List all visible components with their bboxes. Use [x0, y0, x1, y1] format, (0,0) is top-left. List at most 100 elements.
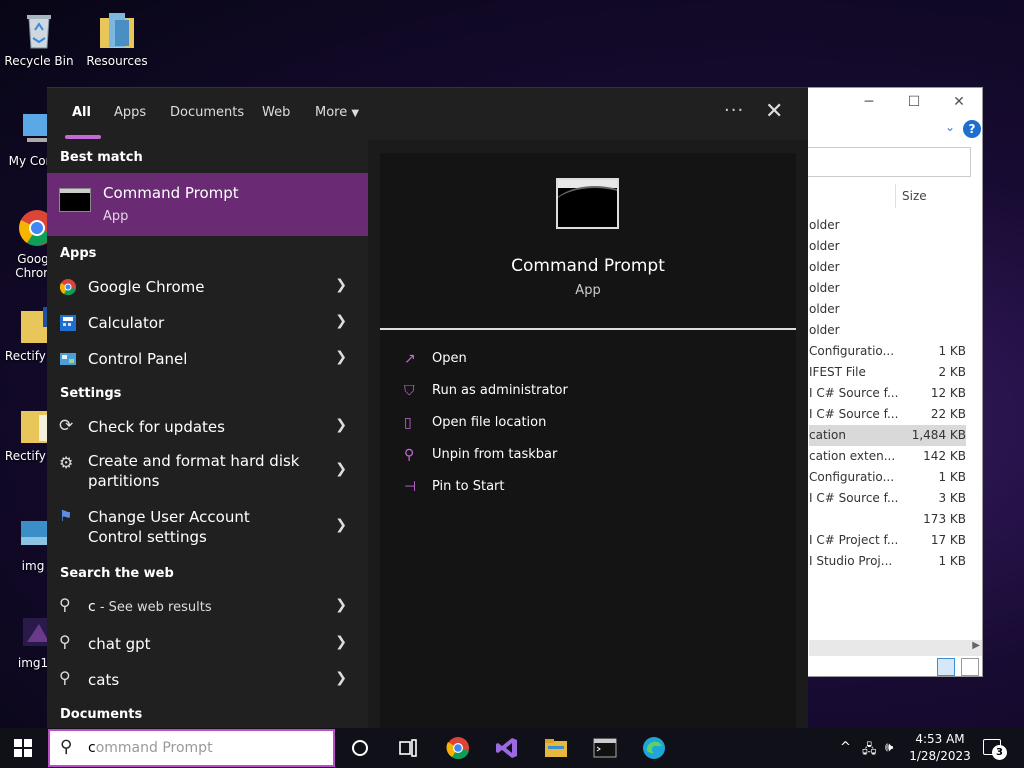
- disk-management-icon: ⚙: [59, 453, 74, 472]
- volume-icon[interactable]: 🕪: [885, 740, 893, 755]
- result-control-panel[interactable]: Control Panel ❯: [47, 341, 368, 377]
- section-search-web: Search the web: [60, 566, 174, 581]
- show-hidden-icons-icon[interactable]: ^: [840, 740, 851, 755]
- file-row[interactable]: older: [809, 278, 966, 299]
- explorer-search-input[interactable]: [807, 147, 971, 177]
- result-label: Control Panel: [88, 350, 188, 368]
- taskbar-search-input[interactable]: ⚲ command Prompt: [48, 729, 335, 767]
- search-query-typed: c: [88, 740, 96, 756]
- file-explorer-icon[interactable]: [544, 736, 568, 760]
- file-row[interactable]: I Studio Proj... 1 KB: [809, 551, 966, 572]
- web-query: cats: [88, 671, 120, 689]
- horizontal-scrollbar[interactable]: ▶: [809, 640, 982, 656]
- shield-icon: ⛉: [404, 383, 415, 399]
- file-row[interactable]: I C# Source f... 12 KB: [809, 383, 966, 404]
- best-match-command-prompt[interactable]: Command Prompt App: [47, 173, 368, 236]
- active-tab-indicator: [65, 135, 101, 139]
- result-google-chrome[interactable]: Google Chrome ❯: [47, 269, 368, 305]
- results-list: Best match Command Prompt App Apps Googl…: [47, 140, 368, 729]
- file-name: older: [809, 239, 840, 253]
- cortana-icon[interactable]: [348, 736, 372, 760]
- open-icon: ↗: [404, 351, 416, 367]
- start-search-panel: All Apps Documents Web More ▼ ··· ✕ Best…: [47, 87, 808, 729]
- file-name: Configuratio...: [809, 344, 895, 358]
- chevron-right-icon[interactable]: ❯: [335, 461, 347, 477]
- chevron-right-icon[interactable]: ❯: [335, 277, 347, 293]
- column-header-size[interactable]: Size: [902, 189, 927, 203]
- desktop-icon-resources[interactable]: Resources: [78, 10, 156, 68]
- result-web-cats[interactable]: ⚲ cats ❯: [47, 662, 368, 698]
- file-size: 1 KB: [938, 554, 966, 568]
- web-query: chat gpt: [88, 635, 151, 653]
- close-icon[interactable]: ✕: [765, 99, 783, 124]
- result-web-c[interactable]: ⚲ c - See web results ❯: [47, 589, 368, 625]
- result-check-for-updates[interactable]: ⟳ Check for updates ❯: [47, 409, 368, 445]
- help-icon[interactable]: ?: [963, 120, 981, 138]
- result-change-uac-settings[interactable]: ⚑ Change User Account Control settings ❯: [47, 501, 368, 553]
- minimize-button[interactable]: ─: [859, 94, 879, 112]
- file-row[interactable]: Configuratio... 1 KB: [809, 341, 966, 362]
- file-row[interactable]: older: [809, 236, 966, 257]
- search-tabs: All Apps Documents Web More ▼ ··· ✕: [47, 88, 808, 140]
- network-icon[interactable]: 🖧: [862, 740, 877, 762]
- file-row[interactable]: cation 1,484 KB: [809, 425, 966, 446]
- tab-apps[interactable]: Apps: [114, 105, 146, 120]
- chevron-right-icon[interactable]: ❯: [335, 670, 347, 686]
- result-web-chat-gpt[interactable]: ⚲ chat gpt ❯: [47, 626, 368, 662]
- file-name: cation: [809, 428, 846, 442]
- desktop-icon-recycle-bin[interactable]: Recycle Bin: [0, 10, 78, 68]
- chevron-right-icon[interactable]: ❯: [335, 349, 347, 365]
- result-calculator[interactable]: Calculator ❯: [47, 305, 368, 341]
- result-label: Change User Account Control settings: [88, 508, 250, 546]
- expand-ribbon-icon[interactable]: ⌄: [945, 120, 955, 134]
- folder-icon: [97, 10, 137, 50]
- tab-web[interactable]: Web: [262, 105, 290, 120]
- taskbar: ⚲ command Prompt ^ 🖧 🕪 4:53 AM 1/28/2023…: [0, 728, 1024, 768]
- file-name: older: [809, 323, 840, 337]
- tab-more[interactable]: More ▼: [315, 105, 359, 120]
- close-button[interactable]: ✕: [949, 94, 969, 112]
- clock[interactable]: 4:53 AM 1/28/2023: [908, 731, 972, 765]
- chevron-right-icon[interactable]: ❯: [335, 634, 347, 650]
- more-options-icon[interactable]: ···: [724, 100, 744, 121]
- file-row[interactable]: older: [809, 320, 966, 341]
- tab-more-label: More: [315, 105, 348, 120]
- windows-start-icon[interactable]: [14, 739, 32, 757]
- file-row[interactable]: older: [809, 257, 966, 278]
- chevron-right-icon[interactable]: ❯: [335, 313, 347, 329]
- file-name: IFEST File: [809, 365, 866, 379]
- file-row[interactable]: I C# Source f... 22 KB: [809, 404, 966, 425]
- file-row[interactable]: I C# Project f... 17 KB: [809, 530, 966, 551]
- terminal-icon[interactable]: [593, 736, 617, 760]
- command-prompt-icon: [59, 188, 91, 212]
- visual-studio-icon[interactable]: [495, 736, 519, 760]
- file-row[interactable]: 173 KB: [809, 509, 966, 530]
- file-row[interactable]: older: [809, 299, 966, 320]
- edge-icon[interactable]: [642, 736, 666, 760]
- preview-title: Command Prompt: [511, 256, 665, 276]
- chevron-right-icon[interactable]: ❯: [335, 417, 347, 433]
- unpin-icon: ⚲: [404, 447, 415, 463]
- file-row[interactable]: older: [809, 215, 966, 236]
- tab-documents[interactable]: Documents: [170, 105, 244, 120]
- file-row[interactable]: cation exten... 142 KB: [809, 446, 966, 467]
- chevron-right-icon[interactable]: ❯: [335, 517, 347, 533]
- maximize-button[interactable]: ☐: [904, 94, 924, 112]
- details-view-icon[interactable]: [937, 658, 955, 676]
- task-view-icon[interactable]: [396, 736, 420, 760]
- file-row[interactable]: I C# Source f... 3 KB: [809, 488, 966, 509]
- file-row[interactable]: IFEST File 2 KB: [809, 362, 966, 383]
- file-size: 173 KB: [923, 512, 966, 526]
- clock-time: 4:53 AM: [915, 732, 965, 746]
- tab-all[interactable]: All: [72, 105, 91, 120]
- explorer-titlebar: ─ ☐ ✕: [799, 88, 982, 118]
- search-query-autocomplete: ommand Prompt: [95, 740, 213, 756]
- result-create-format-partitions[interactable]: ⚙ Create and format hard disk partitions…: [47, 445, 368, 497]
- file-row[interactable]: Configuratio... 1 KB: [809, 467, 966, 488]
- chrome-taskbar-icon[interactable]: [446, 736, 470, 760]
- column-divider: [895, 184, 896, 208]
- large-icons-view-icon[interactable]: [961, 658, 979, 676]
- chevron-right-icon[interactable]: ❯: [335, 597, 347, 613]
- file-size: 1,484 KB: [911, 428, 966, 442]
- section-settings: Settings: [60, 386, 122, 401]
